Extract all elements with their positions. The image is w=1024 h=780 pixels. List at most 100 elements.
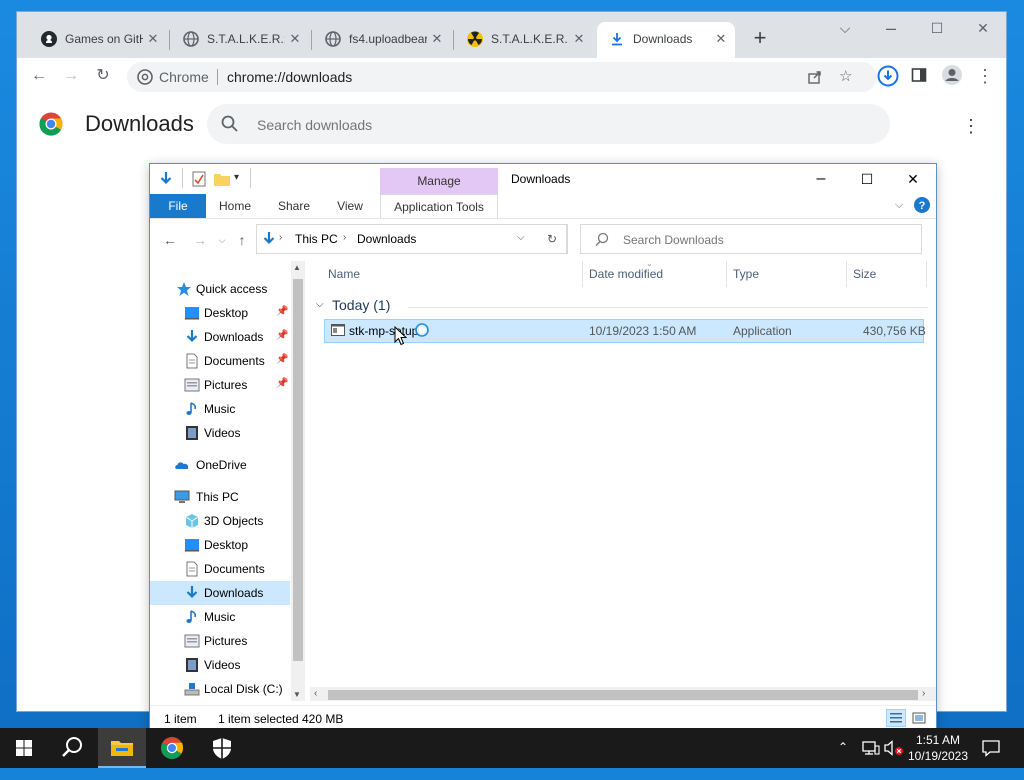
nav-quick-videos[interactable]: Videos (150, 421, 290, 445)
column-divider[interactable] (582, 261, 583, 287)
column-divider[interactable] (726, 261, 727, 287)
minimize-button[interactable]: – (868, 14, 914, 42)
nav-quick-access[interactable]: Quick access (150, 277, 290, 301)
more-actions-icon[interactable]: ⋮ (961, 116, 981, 136)
nav-this-pc[interactable]: This PC (150, 485, 290, 509)
ribbon-tab-share[interactable]: Share (274, 194, 314, 218)
nav-pc-documents[interactable]: Documents (150, 557, 290, 581)
nav-quick-downloads[interactable]: Downloads 📌 (150, 325, 290, 349)
reload-button[interactable]: ↻ (91, 64, 115, 88)
close-window-button[interactable]: ✕ (960, 14, 1006, 42)
breadcrumb-chevron-icon[interactable]: › (343, 232, 346, 243)
volume-muted-icon[interactable] (884, 740, 904, 756)
group-header-today[interactable]: Today (1) (332, 297, 390, 313)
new-tab-button[interactable]: + (745, 24, 775, 52)
tab-uploadbear[interactable]: fs4.uploadbear ✕ (313, 22, 451, 58)
show-hidden-icons-chevron-icon[interactable]: ⌃ (838, 740, 848, 780)
start-button[interactable] (0, 728, 48, 768)
close-tab-icon[interactable]: ✕ (713, 31, 729, 47)
expand-ribbon-chevron-icon[interactable]: ⌵ (895, 199, 903, 212)
forward-button[interactable]: → (59, 64, 83, 88)
tab-downloads[interactable]: Downloads ✕ (597, 22, 735, 58)
nav-pc-music[interactable]: Music (150, 605, 290, 629)
maximize-button[interactable]: ☐ (914, 14, 960, 42)
address-dropdown-icon[interactable]: ⌵ (517, 232, 525, 243)
close-window-button[interactable]: ✕ (890, 164, 936, 194)
breadcrumb-this-pc[interactable]: This PC (295, 232, 338, 246)
downloads-search-box[interactable] (207, 104, 890, 144)
tab-games-github[interactable]: Games on GitHub ✕ (29, 22, 167, 58)
nav-pc-pictures[interactable]: Pictures (150, 629, 290, 653)
bookmark-star-icon[interactable]: ☆ (839, 69, 855, 85)
security-shield-icon[interactable] (198, 728, 246, 768)
share-icon[interactable] (807, 69, 823, 85)
table-row[interactable]: stk-mp-setup 10/19/2023 1:50 AM Applicat… (324, 319, 926, 343)
column-header-date-modified[interactable]: Date modified (589, 267, 663, 291)
large-icons-view-icon[interactable] (910, 709, 928, 727)
maximize-button[interactable]: ☐ (844, 164, 890, 194)
network-icon[interactable] (862, 740, 880, 756)
tab-search-chevron-icon[interactable]: ⌵ (822, 14, 868, 42)
column-header-name[interactable]: Name (328, 267, 360, 291)
ribbon-tab-file[interactable]: File (150, 194, 206, 218)
profile-avatar-icon[interactable] (941, 64, 963, 86)
address-bar[interactable]: Chrome chrome://downloads ☆ (127, 62, 877, 92)
nav-3d-objects[interactable]: 3D Objects (150, 509, 290, 533)
refresh-button[interactable]: ↻ (538, 224, 567, 254)
scroll-down-icon[interactable]: ▼ (293, 690, 301, 699)
customize-qat-icon[interactable]: ▾ (234, 172, 239, 183)
side-panel-icon[interactable] (911, 67, 927, 83)
clock[interactable]: 1:51 AM 10/19/2023 (902, 732, 974, 764)
new-folder-icon[interactable] (214, 172, 230, 186)
nav-pc-desktop[interactable]: Desktop (150, 533, 290, 557)
minimize-button[interactable]: – (798, 164, 844, 194)
breadcrumb-downloads[interactable]: Downloads (357, 232, 416, 246)
nav-quick-desktop[interactable]: Desktop 📌 (150, 301, 290, 325)
close-tab-icon[interactable]: ✕ (429, 31, 445, 47)
nav-local-disk[interactable]: Local Disk (C:) (150, 677, 290, 701)
nav-scrollbar-thumb[interactable] (293, 279, 303, 661)
chrome-menu-icon[interactable]: ⋮ (973, 64, 997, 88)
properties-icon[interactable] (192, 171, 206, 187)
nav-pc-videos[interactable]: Videos (150, 653, 290, 677)
forward-arrow-icon[interactable]: → (190, 230, 210, 250)
column-header-type[interactable]: Type (733, 267, 759, 291)
hscrollbar-thumb[interactable] (328, 690, 918, 700)
group-collapse-chevron-icon[interactable]: ⌵ (316, 299, 324, 310)
recent-locations-chevron-icon[interactable]: ⌵ (212, 230, 232, 250)
file-explorer-taskbar-icon[interactable] (98, 728, 146, 768)
chrome-taskbar-icon[interactable] (148, 728, 196, 768)
explorer-search-input[interactable] (621, 231, 905, 249)
back-button[interactable]: ← (27, 64, 51, 88)
downloads-toolbar-icon[interactable] (877, 65, 899, 87)
nav-quick-documents[interactable]: Documents 📌 (150, 349, 290, 373)
close-tab-icon[interactable]: ✕ (287, 31, 303, 47)
column-divider[interactable] (926, 261, 927, 287)
column-header-size[interactable]: Size (853, 267, 876, 291)
details-view-icon[interactable] (886, 709, 906, 727)
help-icon[interactable]: ? (914, 197, 930, 213)
nav-quick-pictures[interactable]: Pictures 📌 (150, 373, 290, 397)
back-arrow-icon[interactable]: ← (160, 230, 180, 250)
manage-contextual-tab[interactable]: Manage (380, 168, 498, 194)
downloads-search-input[interactable] (255, 114, 659, 136)
tab-stalker-2[interactable]: S.T.A.L.K.E.R. 2 ✕ (455, 22, 593, 58)
notifications-icon[interactable] (982, 739, 1000, 757)
scroll-up-icon[interactable]: ▲ (293, 263, 301, 272)
explorer-search-box[interactable] (580, 224, 922, 254)
scroll-right-icon[interactable]: › (922, 688, 925, 699)
ribbon-tab-application-tools[interactable]: Application Tools (380, 194, 498, 218)
nav-pc-downloads[interactable]: Downloads (150, 581, 290, 605)
breadcrumb-chevron-icon[interactable]: › (279, 232, 282, 243)
search-icon[interactable] (48, 728, 96, 768)
nav-quick-music[interactable]: Music (150, 397, 290, 421)
close-tab-icon[interactable]: ✕ (145, 31, 161, 47)
ribbon-tab-view[interactable]: View (330, 194, 370, 218)
column-divider[interactable] (846, 261, 847, 287)
explorer-address-bar[interactable]: › This PC › Downloads ⌵ (256, 224, 568, 254)
nav-onedrive[interactable]: OneDrive (150, 453, 290, 477)
ribbon-tab-home[interactable]: Home (214, 194, 256, 218)
close-tab-icon[interactable]: ✕ (571, 31, 587, 47)
scroll-left-icon[interactable]: ‹ (314, 688, 317, 699)
tab-stalker-s[interactable]: S.T.A.L.K.E.R.: S ✕ (171, 22, 309, 58)
